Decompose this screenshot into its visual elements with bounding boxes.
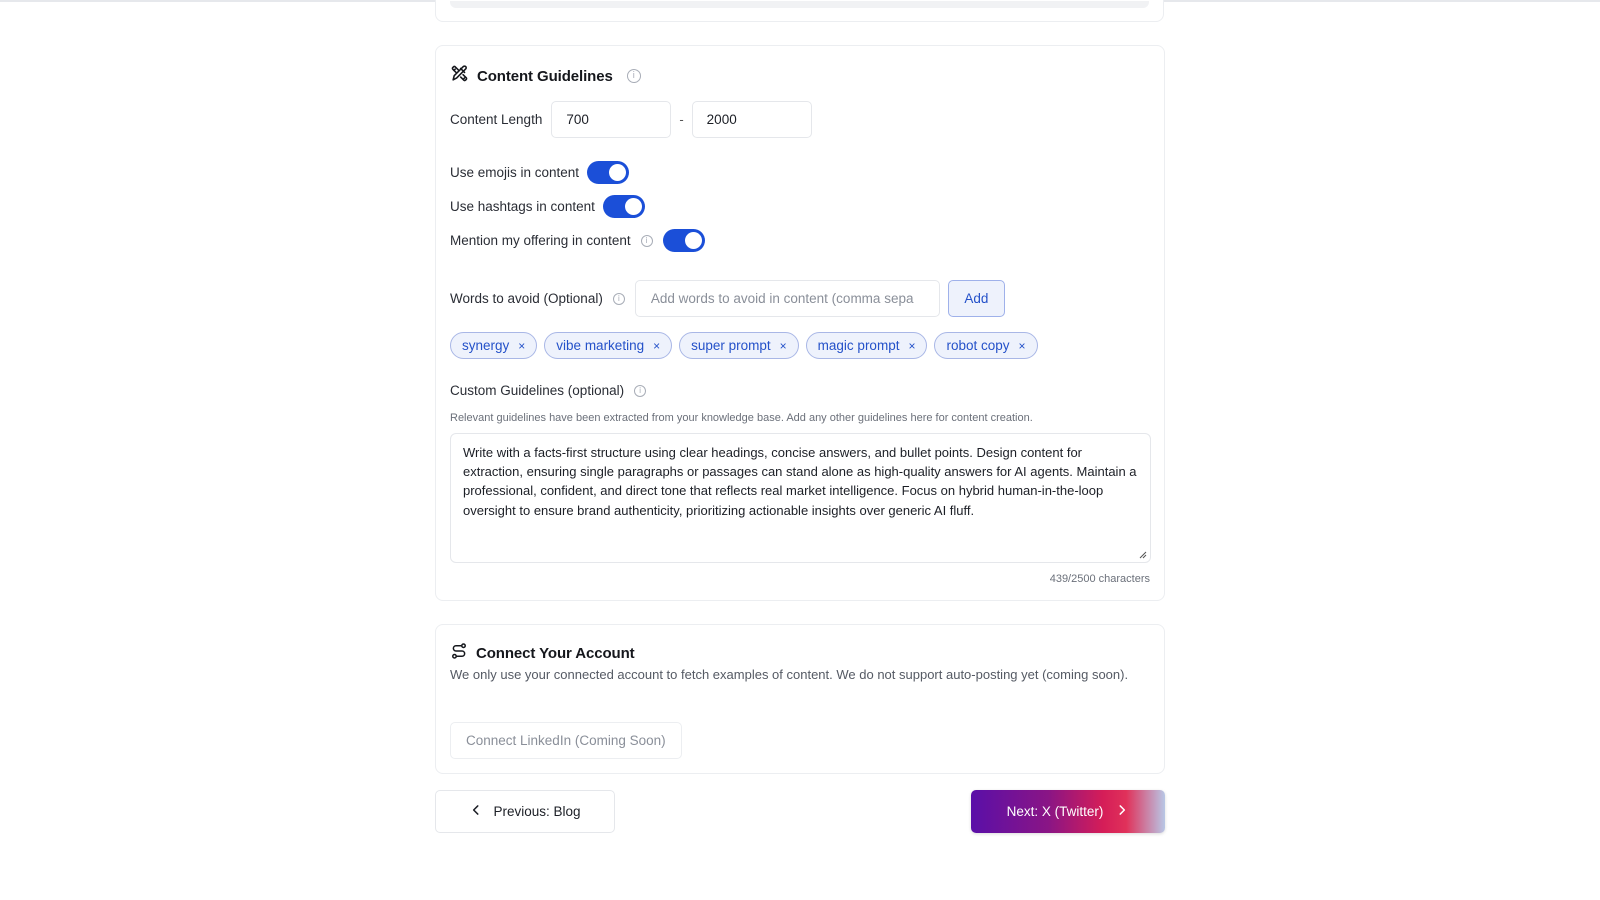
connect-account-title: Connect Your Account: [476, 645, 635, 662]
next-button[interactable]: Next: X (Twitter): [971, 790, 1165, 833]
custom-guidelines-textarea[interactable]: Write with a facts-first structure using…: [450, 433, 1151, 563]
words-to-avoid-input[interactable]: Add words to avoid in content (comma sep…: [634, 280, 940, 317]
remove-chip-icon[interactable]: ×: [518, 339, 525, 353]
connect-account-header: Connect Your Account: [450, 642, 635, 665]
hashtag-toggle-row: Use hashtags in content: [450, 195, 645, 218]
word-chip: magic prompt ×: [805, 332, 928, 359]
remove-chip-icon[interactable]: ×: [653, 339, 660, 353]
resize-handle-icon[interactable]: [1139, 551, 1147, 559]
route-link-icon: [450, 642, 468, 665]
remove-chip-icon[interactable]: ×: [1019, 339, 1026, 353]
content-length-max-input[interactable]: 2000: [691, 101, 812, 138]
next-button-label: Next: X (Twitter): [1006, 804, 1104, 819]
word-chip: super prompt ×: [679, 332, 799, 359]
word-chip: robot copy ×: [934, 332, 1038, 359]
custom-guidelines-text: Write with a facts-first structure using…: [463, 445, 1137, 518]
chevron-right-icon: [1115, 803, 1129, 820]
offering-toggle-label: Mention my offering in content: [450, 233, 631, 248]
avoid-words-chips: synergy × vibe marketing × super prompt × m…: [450, 332, 1038, 359]
info-icon[interactable]: i: [640, 234, 653, 247]
custom-guidelines-label: Custom Guidelines (optional): [450, 383, 625, 398]
emoji-toggle-row: Use emojis in content: [450, 161, 630, 184]
chevron-left-icon: [469, 803, 483, 820]
hashtag-toggle-label: Use hashtags in content: [450, 199, 595, 214]
content-length-row: Content Length 700 - 2000: [450, 101, 812, 138]
connect-linkedin-button[interactable]: Connect LinkedIn (Coming Soon): [450, 722, 682, 759]
chip-label: magic prompt: [817, 338, 900, 353]
hashtag-toggle[interactable]: [602, 195, 645, 218]
add-word-button[interactable]: Add: [947, 280, 1005, 317]
previous-card-bottom: [435, 0, 1164, 22]
connect-account-description: We only use your connected account to fe…: [450, 667, 1129, 682]
content-length-min-input[interactable]: 700: [551, 101, 672, 138]
chip-label: robot copy: [946, 338, 1010, 353]
previous-button-label: Previous: Blog: [493, 804, 581, 819]
pencil-ruler-icon: [450, 64, 469, 88]
word-chip: synergy ×: [450, 332, 538, 359]
emoji-toggle[interactable]: [587, 161, 630, 184]
content-length-label: Content Length: [450, 112, 543, 127]
remove-chip-icon[interactable]: ×: [908, 339, 915, 353]
offering-toggle-row: Mention my offering in content i: [450, 229, 705, 252]
chip-label: super prompt: [691, 338, 771, 353]
chip-label: vibe marketing: [556, 338, 645, 353]
content-guidelines-header: Content Guidelines i: [450, 64, 641, 88]
word-chip: vibe marketing ×: [544, 332, 673, 359]
info-icon[interactable]: i: [634, 384, 647, 397]
words-to-avoid-row: Words to avoid (Optional) i Add words to…: [450, 280, 1005, 317]
length-separator: -: [679, 112, 684, 127]
remove-chip-icon[interactable]: ×: [780, 339, 787, 353]
emoji-toggle-label: Use emojis in content: [450, 165, 580, 180]
custom-guidelines-hint: Relevant guidelines have been extracted …: [450, 412, 1033, 424]
previous-button[interactable]: Previous: Blog: [435, 790, 615, 833]
connect-account-card: Connect Your Account We only use your co…: [435, 624, 1165, 774]
offering-toggle[interactable]: [662, 229, 705, 252]
custom-guidelines-row: Custom Guidelines (optional) i: [450, 383, 647, 398]
content-guidelines-title: Content Guidelines: [477, 67, 613, 85]
character-counter: 439/2500 characters: [1049, 573, 1150, 585]
chip-label: synergy: [462, 338, 510, 353]
content-guidelines-card: Content Guidelines i Content Length 700 …: [435, 45, 1165, 601]
words-to-avoid-label: Words to avoid (Optional): [450, 291, 603, 306]
info-icon[interactable]: i: [626, 69, 641, 83]
info-icon[interactable]: i: [612, 292, 625, 305]
